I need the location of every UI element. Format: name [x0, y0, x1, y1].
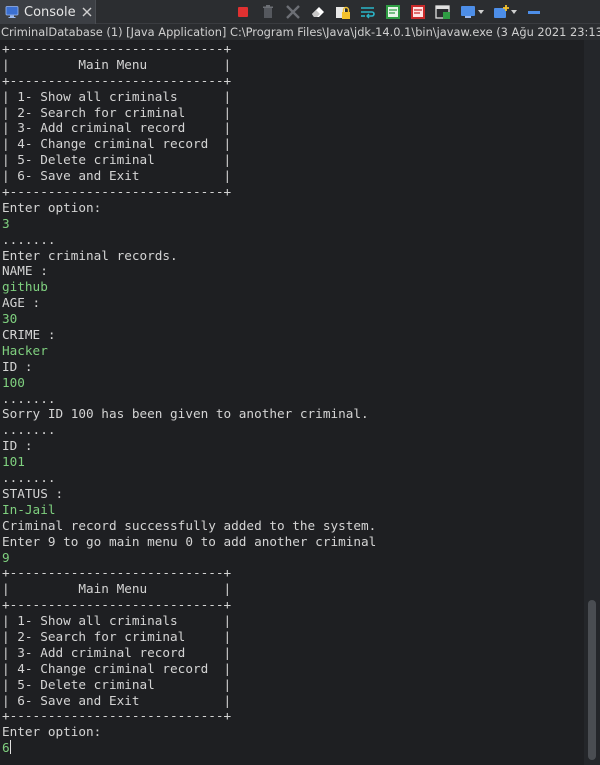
- tab-console[interactable]: Console: [0, 0, 96, 24]
- word-wrap-icon: [361, 7, 375, 19]
- console-output-line: .......: [2, 390, 56, 406]
- show-on-stderr-button[interactable]: [409, 3, 427, 21]
- minimize-icon: [528, 11, 540, 14]
- console-output-line: | 6- Save and Exit |: [2, 168, 232, 184]
- console-input-line: 3: [2, 215, 10, 231]
- console-output-line: Enter option:: [2, 724, 102, 740]
- console-input-line: 30: [2, 311, 18, 327]
- console-output-line: NAME :: [2, 263, 48, 279]
- console-output-line: | 6- Save and Exit |: [2, 692, 232, 708]
- console-input-line: 9: [2, 549, 10, 565]
- console-input-line: 100: [2, 374, 25, 390]
- console-output-line: ID :: [2, 358, 33, 374]
- console-output-line: +----------------------------+: [2, 597, 232, 613]
- console-output-line: | 1- Show all criminals |: [2, 88, 232, 104]
- console-text: +----------------------------+ | Main Men…: [0, 40, 584, 756]
- process-info-bar: CriminalDatabase (1) [Java Application] …: [0, 24, 600, 40]
- close-icon[interactable]: [82, 7, 92, 17]
- minimize-button[interactable]: [525, 3, 543, 21]
- console-output-line: | 2- Search for criminal |: [2, 104, 232, 120]
- console-output-line: | Main Menu |: [2, 581, 232, 597]
- console-output-line: +----------------------------+: [2, 72, 232, 88]
- console-output-line: | 4- Change criminal record |: [2, 660, 232, 676]
- console-output[interactable]: +----------------------------+ | Main Men…: [0, 40, 584, 765]
- console-output-line: STATUS :: [2, 485, 64, 501]
- remove-launch-icon: [263, 5, 273, 18]
- console-output-line: +----------------------------+: [2, 41, 232, 56]
- console-input-line: 6: [2, 740, 11, 756]
- terminate-button[interactable]: [234, 3, 252, 21]
- console-output-line: | 2- Search for criminal |: [2, 628, 232, 644]
- console-output-line: Enter option:: [2, 199, 102, 215]
- pin-console-icon: [435, 5, 450, 19]
- console-output-line: | 4- Change criminal record |: [2, 136, 232, 152]
- show-on-stderr-icon: [411, 5, 425, 19]
- remove-all-terminated-icon: [286, 5, 300, 19]
- console-output-line: Enter 9 to go main menu 0 to add another…: [2, 533, 377, 549]
- console-output-line: .......: [2, 231, 56, 247]
- show-on-stdout-icon: [386, 5, 400, 19]
- scroll-lock-icon: [336, 6, 350, 19]
- clear-console-icon: [312, 7, 324, 17]
- console-input-line: Hacker: [2, 342, 48, 358]
- console-output-line: .......: [2, 422, 56, 438]
- tab-label: Console: [24, 4, 76, 20]
- open-console-dropdown[interactable]: [492, 3, 518, 21]
- console-output-line: | 1- Show all criminals |: [2, 613, 232, 629]
- display-console-dropdown[interactable]: [459, 3, 485, 21]
- open-console-icon: [494, 5, 517, 18]
- console-output-line: AGE :: [2, 295, 41, 311]
- console-toolbar: [234, 2, 550, 22]
- console-output-line: | Main Menu |: [2, 56, 232, 72]
- console-output-line: +----------------------------+: [2, 708, 232, 724]
- view-tab-bar: Console: [0, 0, 600, 24]
- remove-launch-button[interactable]: [259, 3, 277, 21]
- console-output-line: CRIME :: [2, 327, 56, 343]
- console-output-line: | 3- Add criminal record |: [2, 120, 232, 136]
- console-input-line: In-Jail: [2, 501, 56, 517]
- word-wrap-button[interactable]: [359, 3, 377, 21]
- console-output-line: | 5- Delete criminal |: [2, 152, 232, 168]
- console-output-line: Sorry ID 100 has been given to another c…: [2, 406, 369, 422]
- monitor-icon: [5, 6, 19, 18]
- show-on-stdout-button[interactable]: [384, 3, 402, 21]
- terminate-icon: [238, 7, 248, 17]
- scroll-lock-button[interactable]: [334, 3, 352, 21]
- text-cursor: [9, 740, 11, 755]
- console-output-line: | 5- Delete criminal |: [2, 676, 232, 692]
- console-output-line: Enter criminal records.: [2, 247, 178, 263]
- clear-console-button[interactable]: [309, 3, 327, 21]
- console-output-line: | 3- Add criminal record |: [2, 644, 232, 660]
- console-output-line: .......: [2, 470, 56, 486]
- console-input-line: github: [2, 279, 48, 295]
- console-output-line: +----------------------------+: [2, 565, 232, 581]
- pin-console-button[interactable]: [434, 3, 452, 21]
- console-input-line: 101: [2, 454, 25, 470]
- console-output-line: Criminal record successfully added to th…: [2, 517, 377, 533]
- vertical-scrollbar[interactable]: [584, 40, 600, 765]
- eclipse-console-view: Console CriminalDatabase (1) [Java Appli…: [0, 0, 600, 765]
- console-output-line: ID :: [2, 438, 33, 454]
- remove-all-terminated-button[interactable]: [284, 3, 302, 21]
- display-console-icon: [461, 6, 484, 18]
- console-output-line: +----------------------------+: [2, 184, 232, 200]
- scrollbar-thumb[interactable]: [588, 600, 596, 760]
